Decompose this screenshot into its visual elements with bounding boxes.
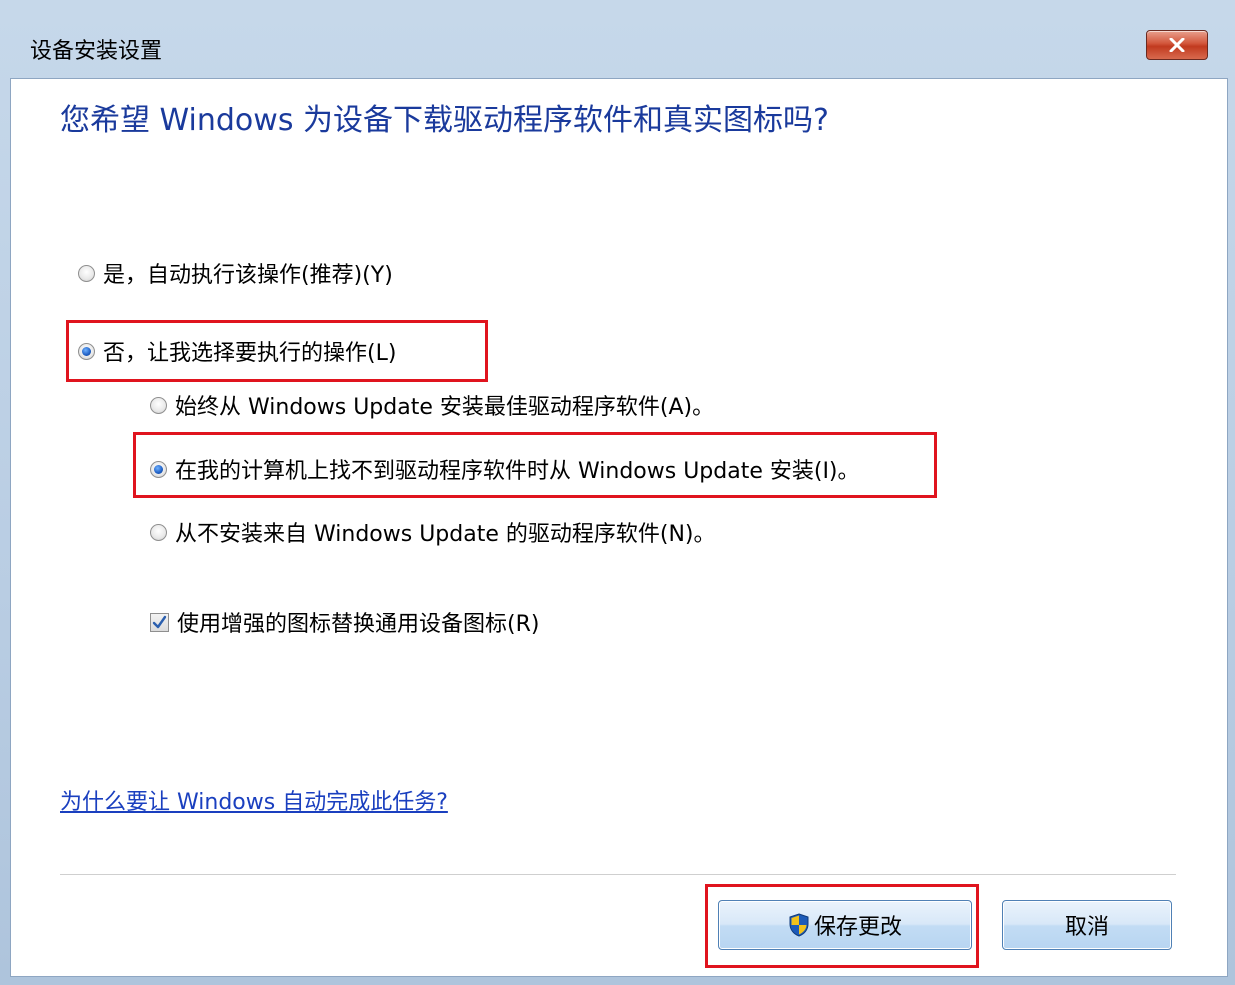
divider	[60, 874, 1176, 875]
radio-always-update[interactable]	[150, 396, 167, 414]
option-yes-auto[interactable]: 是，自动执行该操作(推荐)(Y)	[78, 257, 393, 289]
option-always-update[interactable]: 始终从 Windows Update 安装最佳驱动程序软件(A)。	[150, 389, 714, 421]
radio-yes-auto[interactable]	[78, 264, 95, 282]
why-auto-link[interactable]: 为什么要让 Windows 自动完成此任务?	[60, 784, 448, 816]
title-bar[interactable]: 设备安装设置	[0, 0, 1235, 78]
uac-shield-icon	[789, 913, 809, 937]
option-enhanced-icons[interactable]: 使用增强的图标替换通用设备图标(R)	[150, 606, 539, 638]
close-button[interactable]	[1146, 30, 1208, 60]
close-icon	[1169, 38, 1185, 52]
checkmark-icon	[152, 615, 167, 628]
highlight-box-if-not-found	[133, 432, 937, 498]
option-never-install[interactable]: 从不安装来自 Windows Update 的驱动程序软件(N)。	[150, 516, 715, 548]
cancel-button[interactable]: 取消	[1002, 900, 1172, 950]
option-always-update-label: 始终从 Windows Update 安装最佳驱动程序软件(A)。	[175, 395, 715, 420]
save-changes-button[interactable]: 保存更改	[718, 900, 972, 950]
option-yes-auto-label: 是，自动执行该操作(推荐)(Y)	[103, 263, 393, 288]
highlight-box-no-choose	[66, 320, 488, 382]
option-enhanced-icons-label: 使用增强的图标替换通用设备图标(R)	[177, 612, 540, 637]
save-changes-label: 保存更改	[813, 915, 902, 940]
dialog-heading: 您希望 Windows 为设备下载驱动程序软件和真实图标吗?	[60, 103, 829, 138]
option-never-install-label: 从不安装来自 Windows Update 的驱动程序软件(N)。	[175, 522, 716, 547]
radio-never-install[interactable]	[150, 523, 167, 541]
cancel-label: 取消	[1064, 915, 1109, 940]
checkbox-enhanced-icons[interactable]	[150, 612, 169, 632]
window-title: 设备安装设置	[30, 39, 163, 64]
